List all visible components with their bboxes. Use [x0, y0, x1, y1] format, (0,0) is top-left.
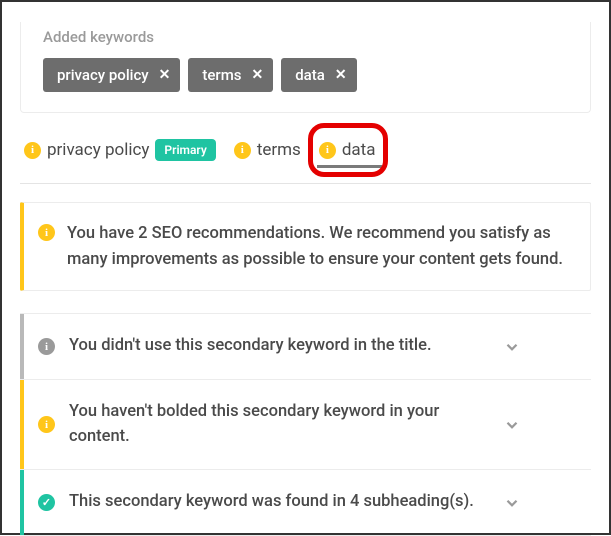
close-icon[interactable]: ✕	[159, 67, 171, 83]
info-icon: i	[38, 224, 55, 241]
chip-label: privacy policy	[57, 66, 149, 84]
check-icon: ✓	[38, 494, 55, 511]
status-stripe	[20, 380, 24, 470]
primary-badge: Primary	[155, 139, 215, 161]
chevron-down-icon	[503, 338, 521, 356]
tab-data[interactable]: i data	[317, 136, 382, 164]
keyword-chip-list: privacy policy ✕ terms ✕ data ✕	[43, 58, 568, 92]
keyword-chip[interactable]: terms ✕	[188, 58, 273, 92]
recommendation-text: You have 2 SEO recommendations. We recom…	[67, 221, 568, 272]
accordion-item[interactable]: ✓ This secondary keyword was found in 4 …	[20, 470, 591, 536]
accordion-text: This secondary keyword was found in 4 su…	[69, 490, 489, 515]
added-keywords-panel: Added keywords privacy policy ✕ terms ✕ …	[20, 22, 591, 113]
tab-terms[interactable]: i terms	[232, 136, 303, 164]
added-keywords-title: Added keywords	[43, 28, 568, 46]
info-icon: i	[38, 416, 55, 433]
accordion-item[interactable]: i You didn't use this secondary keyword …	[20, 313, 591, 380]
chevron-down-icon	[503, 416, 521, 434]
tab-label: privacy policy	[47, 140, 149, 160]
active-tab-underline	[317, 165, 382, 168]
accordion-text: You didn't use this secondary keyword in…	[69, 334, 489, 359]
chip-label: data	[295, 66, 325, 84]
tab-label: data	[342, 140, 376, 160]
chip-label: terms	[202, 66, 241, 84]
chevron-down-icon	[503, 494, 521, 512]
status-stripe	[20, 314, 24, 379]
divider	[20, 183, 591, 184]
info-icon: i	[319, 142, 336, 159]
seo-recommendation-callout: i You have 2 SEO recommendations. We rec…	[20, 202, 591, 291]
accordion-item[interactable]: i You haven't bolded this secondary keyw…	[20, 380, 591, 471]
info-icon: i	[234, 142, 251, 159]
keyword-tabs: i privacy policy Primary i terms i data	[20, 131, 591, 173]
info-icon: i	[38, 338, 55, 355]
tab-privacy-policy[interactable]: i privacy policy Primary	[22, 135, 218, 165]
close-icon[interactable]: ✕	[335, 67, 347, 83]
tab-label: terms	[257, 140, 301, 160]
info-icon: i	[24, 142, 41, 159]
accordion-text: You haven't bolded this secondary keywor…	[69, 400, 489, 450]
status-stripe	[20, 470, 24, 535]
close-icon[interactable]: ✕	[252, 67, 264, 83]
keyword-chip[interactable]: privacy policy ✕	[43, 58, 180, 92]
keyword-chip[interactable]: data ✕	[281, 58, 356, 92]
